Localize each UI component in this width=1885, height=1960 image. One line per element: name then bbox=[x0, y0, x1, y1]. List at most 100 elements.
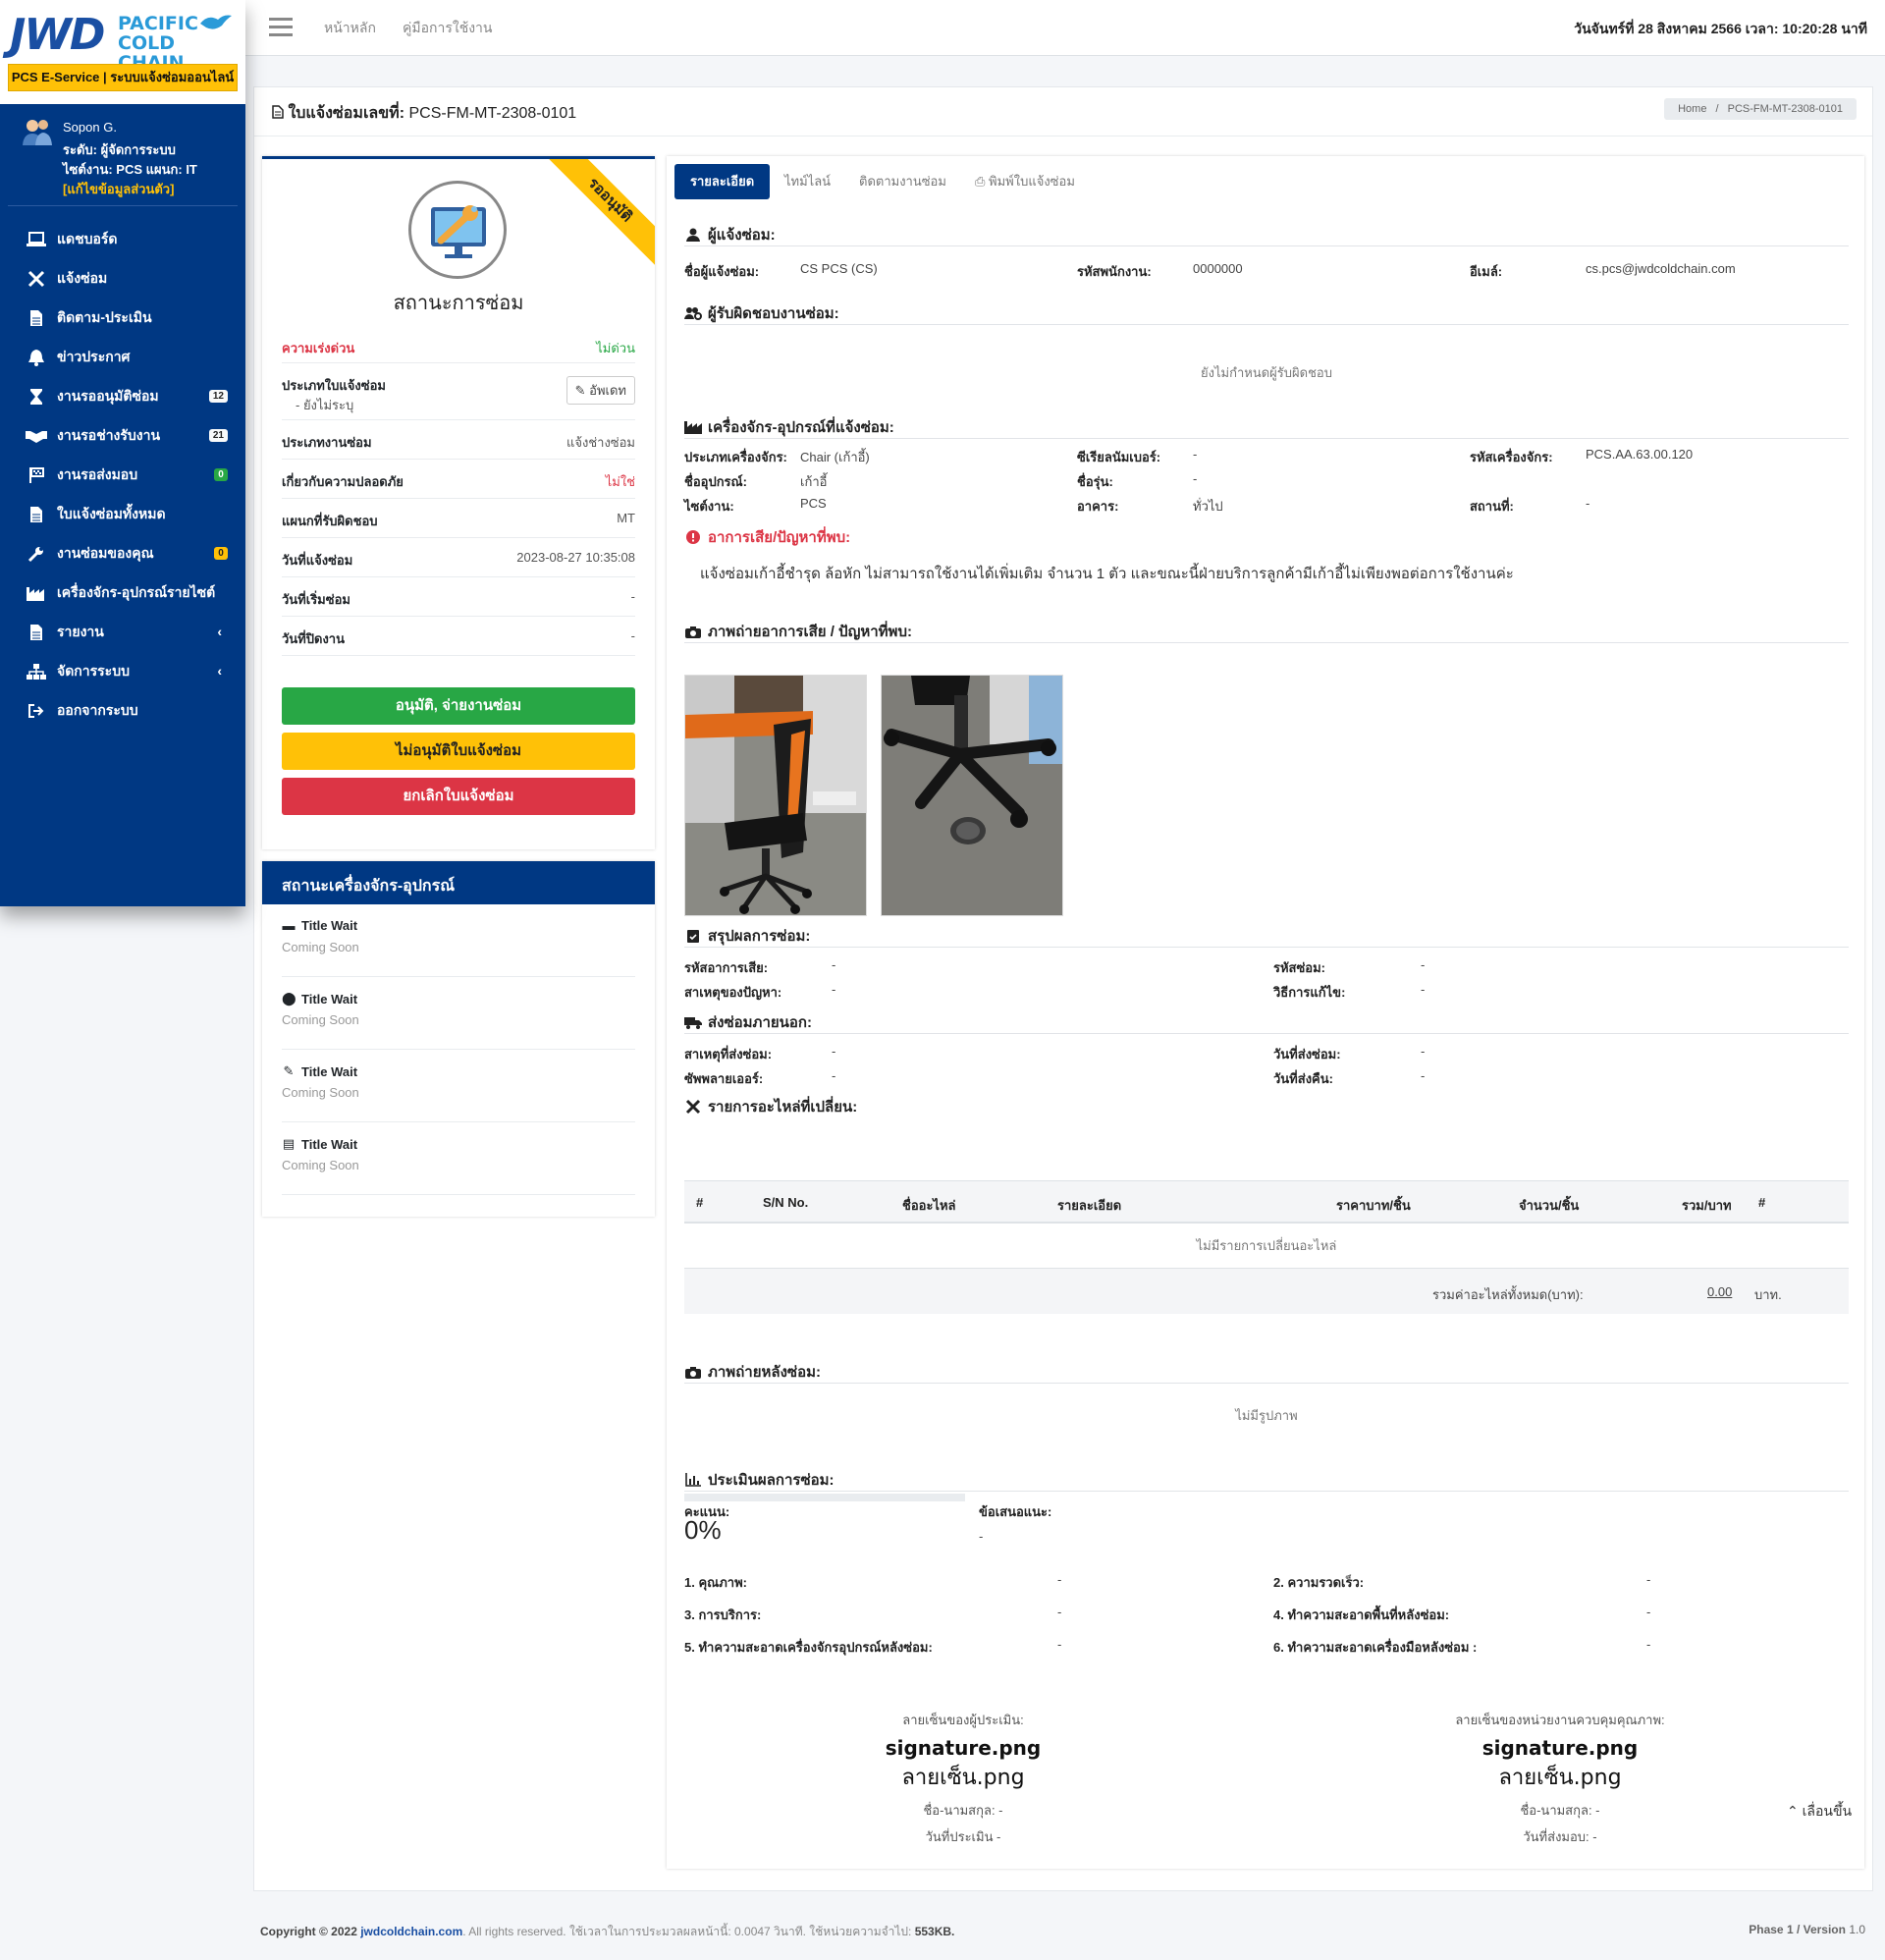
close-date-row: วันที่ปิดงาน - bbox=[282, 617, 635, 656]
parts-total-row: รวมค่าอะไหล่ทั้งหมด(บาท): 0.00 บาท. bbox=[684, 1269, 1849, 1314]
qc-signature: ลายเซ็นของหน่วยงานควบคุมคุณภาพ: signatur… bbox=[1383, 1710, 1737, 1847]
content-wrapper: ใบแจ้งซ่อมเลขที่: PCS-FM-MT-2308-0101 Ho… bbox=[253, 86, 1873, 1891]
nav-label: ใบแจ้งซ่อมทั้งหมด bbox=[57, 506, 166, 521]
nav-report-repair[interactable]: แจ้งซ่อม bbox=[0, 259, 245, 299]
nav-badge: 0 bbox=[214, 547, 228, 560]
evaluator-signature-alt: ลายเซ็น.png bbox=[901, 1766, 1025, 1790]
tab-tracking[interactable]: ติดตามงานซ่อม bbox=[859, 164, 946, 199]
user-level: ระดับ: ผู้จัดการระบบ bbox=[63, 142, 176, 157]
nav-all-tickets[interactable]: ใบแจ้งซ่อมทั้งหมด bbox=[0, 495, 245, 534]
nav-system-admin[interactable]: จัดการระบบ ‹ bbox=[0, 652, 245, 691]
photos-section: ภาพถ่ายอาการเสีย / ปัญหาที่พบ: bbox=[684, 614, 1849, 643]
supplier-label: ซัพพลายเออร์: bbox=[684, 1071, 764, 1086]
scroll-top-button[interactable]: ⌃ เลื่อนขึ้น bbox=[1787, 1801, 1852, 1823]
file-icon bbox=[26, 624, 47, 641]
nav-pending-delivery[interactable]: งานรอส่งมอบ 0 bbox=[0, 456, 245, 495]
footer-version: Phase 1 / Version 1.0 bbox=[1749, 1923, 1865, 1936]
hourglass-icon bbox=[26, 388, 47, 406]
email-value: cs.pcs@jwdcoldchain.com bbox=[1586, 261, 1736, 276]
repair-code-value: - bbox=[1421, 957, 1426, 972]
qc-date: วันที่ส่งมอบ: - bbox=[1523, 1829, 1597, 1844]
col-index: # bbox=[696, 1195, 704, 1210]
tools-icon bbox=[684, 1099, 702, 1115]
machine-code-value: PCS.AA.63.00.120 bbox=[1586, 447, 1694, 462]
qc-signature-alt: ลายเซ็น.png bbox=[1498, 1766, 1622, 1790]
approve-button[interactable]: อนุมัติ, จ่ายงานซ่อม bbox=[282, 687, 635, 725]
breadcrumb-separator: / bbox=[1715, 103, 1719, 115]
industry-icon bbox=[26, 584, 47, 602]
flag-icon bbox=[26, 466, 47, 484]
page-title: ใบแจ้งซ่อมเลขที่: PCS-FM-MT-2308-0101 bbox=[272, 101, 576, 126]
status-card: รออนุมัติ สถานะการซ่อม ความเร่งด่วน ไม่ด… bbox=[262, 156, 655, 849]
edit-profile-link[interactable]: [แก้ไขข้อมูลส่วนตัว] bbox=[63, 179, 174, 199]
nav-label: งานรอช่างรับงาน bbox=[57, 427, 161, 443]
fix-method-label: วิธีการแก้ไข: bbox=[1273, 985, 1346, 1000]
nav-pending-technician[interactable]: งานรอช่างรับงาน 21 bbox=[0, 416, 245, 456]
topnav-home[interactable]: หน้าหลัก bbox=[324, 18, 376, 39]
problem-photo-2[interactable] bbox=[881, 675, 1063, 916]
close-date-value: - bbox=[630, 628, 635, 643]
reject-button[interactable]: ไม่อนุมัติใบแจ้งซ่อม bbox=[282, 733, 635, 770]
nav-label: ออกจากระบบ bbox=[57, 702, 138, 718]
breadcrumb-home[interactable]: Home bbox=[1678, 103, 1706, 115]
model-value: - bbox=[1193, 471, 1198, 486]
reporter-name-label: ชื่อผู้แจ้งซ่อม: bbox=[684, 264, 760, 279]
update-button[interactable]: ✎ อัพเดท bbox=[566, 376, 635, 405]
nav-badge: 0 bbox=[214, 468, 228, 481]
equipment-item-title: Title Wait bbox=[301, 1063, 358, 1079]
external-reason-label: สาเหตุที่ส่งซ่อม: bbox=[684, 1047, 773, 1062]
external-heading: ส่งซ่อมภายนอก: bbox=[708, 1014, 812, 1031]
cancel-ticket-button[interactable]: ยกเลิกใบแจ้งซ่อม bbox=[282, 778, 635, 815]
nav-tracking[interactable]: ติดตาม-ประเมิน bbox=[0, 299, 245, 338]
user-avatar-icon bbox=[23, 120, 52, 145]
location-label: สถานที่: bbox=[1470, 499, 1514, 514]
topnav-manual[interactable]: คู่มือการใช้งาน bbox=[403, 18, 492, 39]
equipment-card-title: สถานะเครื่องจักร-อุปกรณ์ bbox=[262, 861, 655, 904]
user-panel: Sopon G. ระดับ: ผู้จัดการระบบ ไซต์งาน: P… bbox=[8, 104, 238, 206]
tools-icon bbox=[26, 270, 47, 288]
reporter-name-value: CS PCS (CS) bbox=[800, 261, 878, 276]
update-label: อัพเดท bbox=[589, 383, 626, 398]
return-date-label: วันที่ส่งคืน: bbox=[1273, 1071, 1333, 1086]
device-name-value: เก้าอี้ bbox=[800, 474, 828, 489]
nav-dashboard[interactable]: แดชบอร์ด bbox=[0, 220, 245, 259]
user-name: Sopon G. bbox=[63, 120, 117, 135]
industry-icon bbox=[684, 420, 702, 434]
symptom-code-label: รหัสอาการเสีย: bbox=[684, 960, 769, 975]
nav-pending-approval[interactable]: งานรออนุมัติซ่อม 12 bbox=[0, 377, 245, 416]
tab-timeline[interactable]: ไทม์ไลน์ bbox=[784, 164, 831, 199]
tab-print[interactable]: ⎙ พิมพ์ใบแจ้งซ่อม bbox=[975, 164, 1075, 199]
nav-logout[interactable]: ออกจากระบบ bbox=[0, 691, 245, 731]
hamburger-menu-icon[interactable] bbox=[269, 18, 293, 37]
file-text-icon: ▤ bbox=[282, 1136, 296, 1151]
problem-photo-1[interactable] bbox=[684, 675, 867, 916]
work-type-row: ประเภทงานซ่อม แจ้งช่างซ่อม bbox=[282, 420, 635, 460]
footer-site-link[interactable]: jwdcoldchain.com bbox=[360, 1925, 462, 1938]
nav-my-jobs[interactable]: งานซ่อมของคุณ 0 bbox=[0, 534, 245, 573]
nav-badge: 12 bbox=[208, 390, 228, 403]
equipment-item-sub: Coming Soon bbox=[282, 1158, 359, 1172]
nav-reports[interactable]: รายงาน ‹ bbox=[0, 613, 245, 652]
scroll-top-label: เลื่อนขึ้น bbox=[1802, 1803, 1853, 1819]
q3-value: - bbox=[1057, 1605, 1062, 1619]
nav-label: แดชบอร์ด bbox=[57, 231, 118, 246]
nav-news[interactable]: ข่าวประกาศ bbox=[0, 338, 245, 377]
nav-machines[interactable]: เครื่องจักร-อุปกรณ์รายไซต์ bbox=[0, 573, 245, 613]
chart-icon bbox=[684, 1473, 702, 1487]
urgency-label: ความเร่งด่วน bbox=[282, 341, 355, 355]
after-photos-heading: ภาพถ่ายหลังซ่อม: bbox=[708, 1364, 821, 1381]
serial-label: ซีเรียลนัมเบอร์: bbox=[1077, 450, 1161, 464]
user-icon bbox=[684, 228, 702, 242]
urgency-row: ความเร่งด่วน ไม่ด่วน bbox=[282, 328, 635, 363]
evaluation-heading: ประเมินผลการซ่อม: bbox=[708, 1472, 835, 1489]
tab-detail[interactable]: รายละเอียด bbox=[674, 164, 771, 199]
after-photos-empty: ไม่มีรูปภาพ bbox=[1235, 1408, 1298, 1423]
q1-label: 1. คุณภาพ: bbox=[684, 1575, 747, 1590]
bell-icon bbox=[26, 349, 47, 366]
col-unit-price: ราคาบาท/ชิ้น bbox=[1336, 1198, 1411, 1213]
safety-value: ไม่ใช่ bbox=[605, 474, 635, 489]
chevron-left-icon: ‹ bbox=[217, 663, 222, 679]
brand-logo[interactable]: JWD PACIFIC COLD CHAIN PCS E-Service | ร… bbox=[0, 0, 245, 104]
reporter-section: ผู้แจ้งซ่อม: bbox=[684, 217, 1849, 246]
sitemap-icon bbox=[26, 663, 47, 681]
